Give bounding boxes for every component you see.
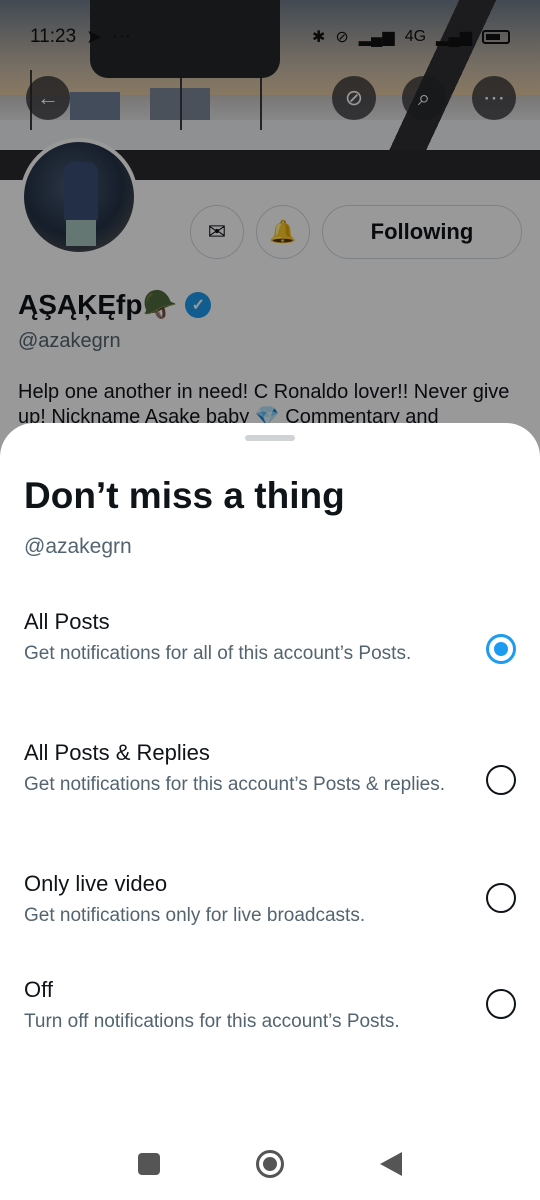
recents-icon[interactable] [138,1153,160,1175]
radio-only-live-video[interactable] [486,883,516,913]
option-off[interactable]: Off Turn off notifications for this acco… [0,977,540,1057]
option-description: Turn off notifications for this account’… [24,1011,400,1032]
option-all-posts[interactable]: All Posts Get notifications for all of t… [0,609,540,709]
radio-all-posts[interactable] [486,634,516,664]
system-nav-bar [0,1130,540,1200]
option-all-posts-replies[interactable]: All Posts & Replies Get notifications fo… [0,740,540,840]
option-title: Off [24,977,53,1002]
radio-all-posts-replies[interactable] [486,765,516,795]
option-title: All Posts [24,609,110,634]
option-description: Get notifications for this account’s Pos… [24,774,446,795]
home-icon[interactable] [256,1150,284,1178]
option-only-live-video[interactable]: Only live video Get notifications only f… [0,871,540,951]
radio-off[interactable] [486,989,516,1019]
option-description: Get notifications for all of this accoun… [24,643,412,664]
sheet-grabber[interactable] [245,435,295,441]
back-icon[interactable] [380,1152,402,1176]
option-description: Get notifications only for live broadcas… [24,905,366,926]
sheet-title: Don’t miss a thing [24,475,345,516]
option-title: Only live video [24,871,168,896]
sheet-handle: @azakegrn [24,535,132,558]
notification-settings-sheet: Don’t miss a thing @azakegrn All Posts G… [0,423,540,1200]
option-title: All Posts & Replies [24,740,210,765]
